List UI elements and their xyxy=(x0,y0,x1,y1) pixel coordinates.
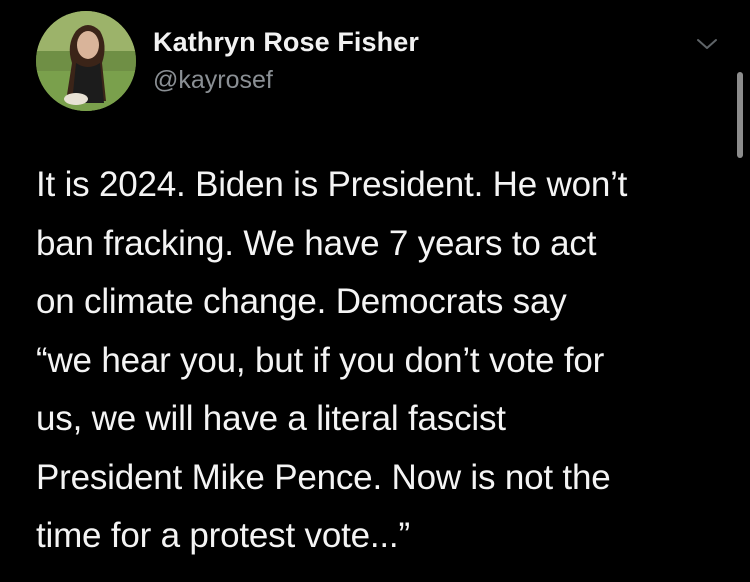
tweet: Kathryn Rose Fisher @kayrosef It is 2024… xyxy=(0,0,750,582)
author-handle[interactable]: @kayrosef xyxy=(153,66,273,95)
tweet-text-line: on climate change. Democrats say xyxy=(36,282,567,321)
tweet-text: It is 2024. Biden is President. He won’t… xyxy=(36,156,726,566)
more-options-button[interactable] xyxy=(690,30,724,58)
scrollbar[interactable] xyxy=(737,72,743,158)
tweet-text-line: President Mike Pence. Now is not the xyxy=(36,457,611,497)
avatar[interactable] xyxy=(36,11,136,111)
profile-photo-icon xyxy=(36,11,136,111)
tweet-text-line: It is 2024. Biden is President. He won’t xyxy=(36,165,628,204)
author-display-name[interactable]: Kathryn Rose Fisher xyxy=(153,27,419,58)
tweet-text-line: us, we will have a literal fascist xyxy=(36,399,506,438)
tweet-text-line: time for a protest vote...” xyxy=(36,516,410,555)
tweet-text-line: ban fracking. We have 7 years to act xyxy=(36,223,597,263)
chevron-down-icon xyxy=(697,39,717,49)
tweet-text-line: “we hear you, but if you don’t vote for xyxy=(36,340,605,380)
